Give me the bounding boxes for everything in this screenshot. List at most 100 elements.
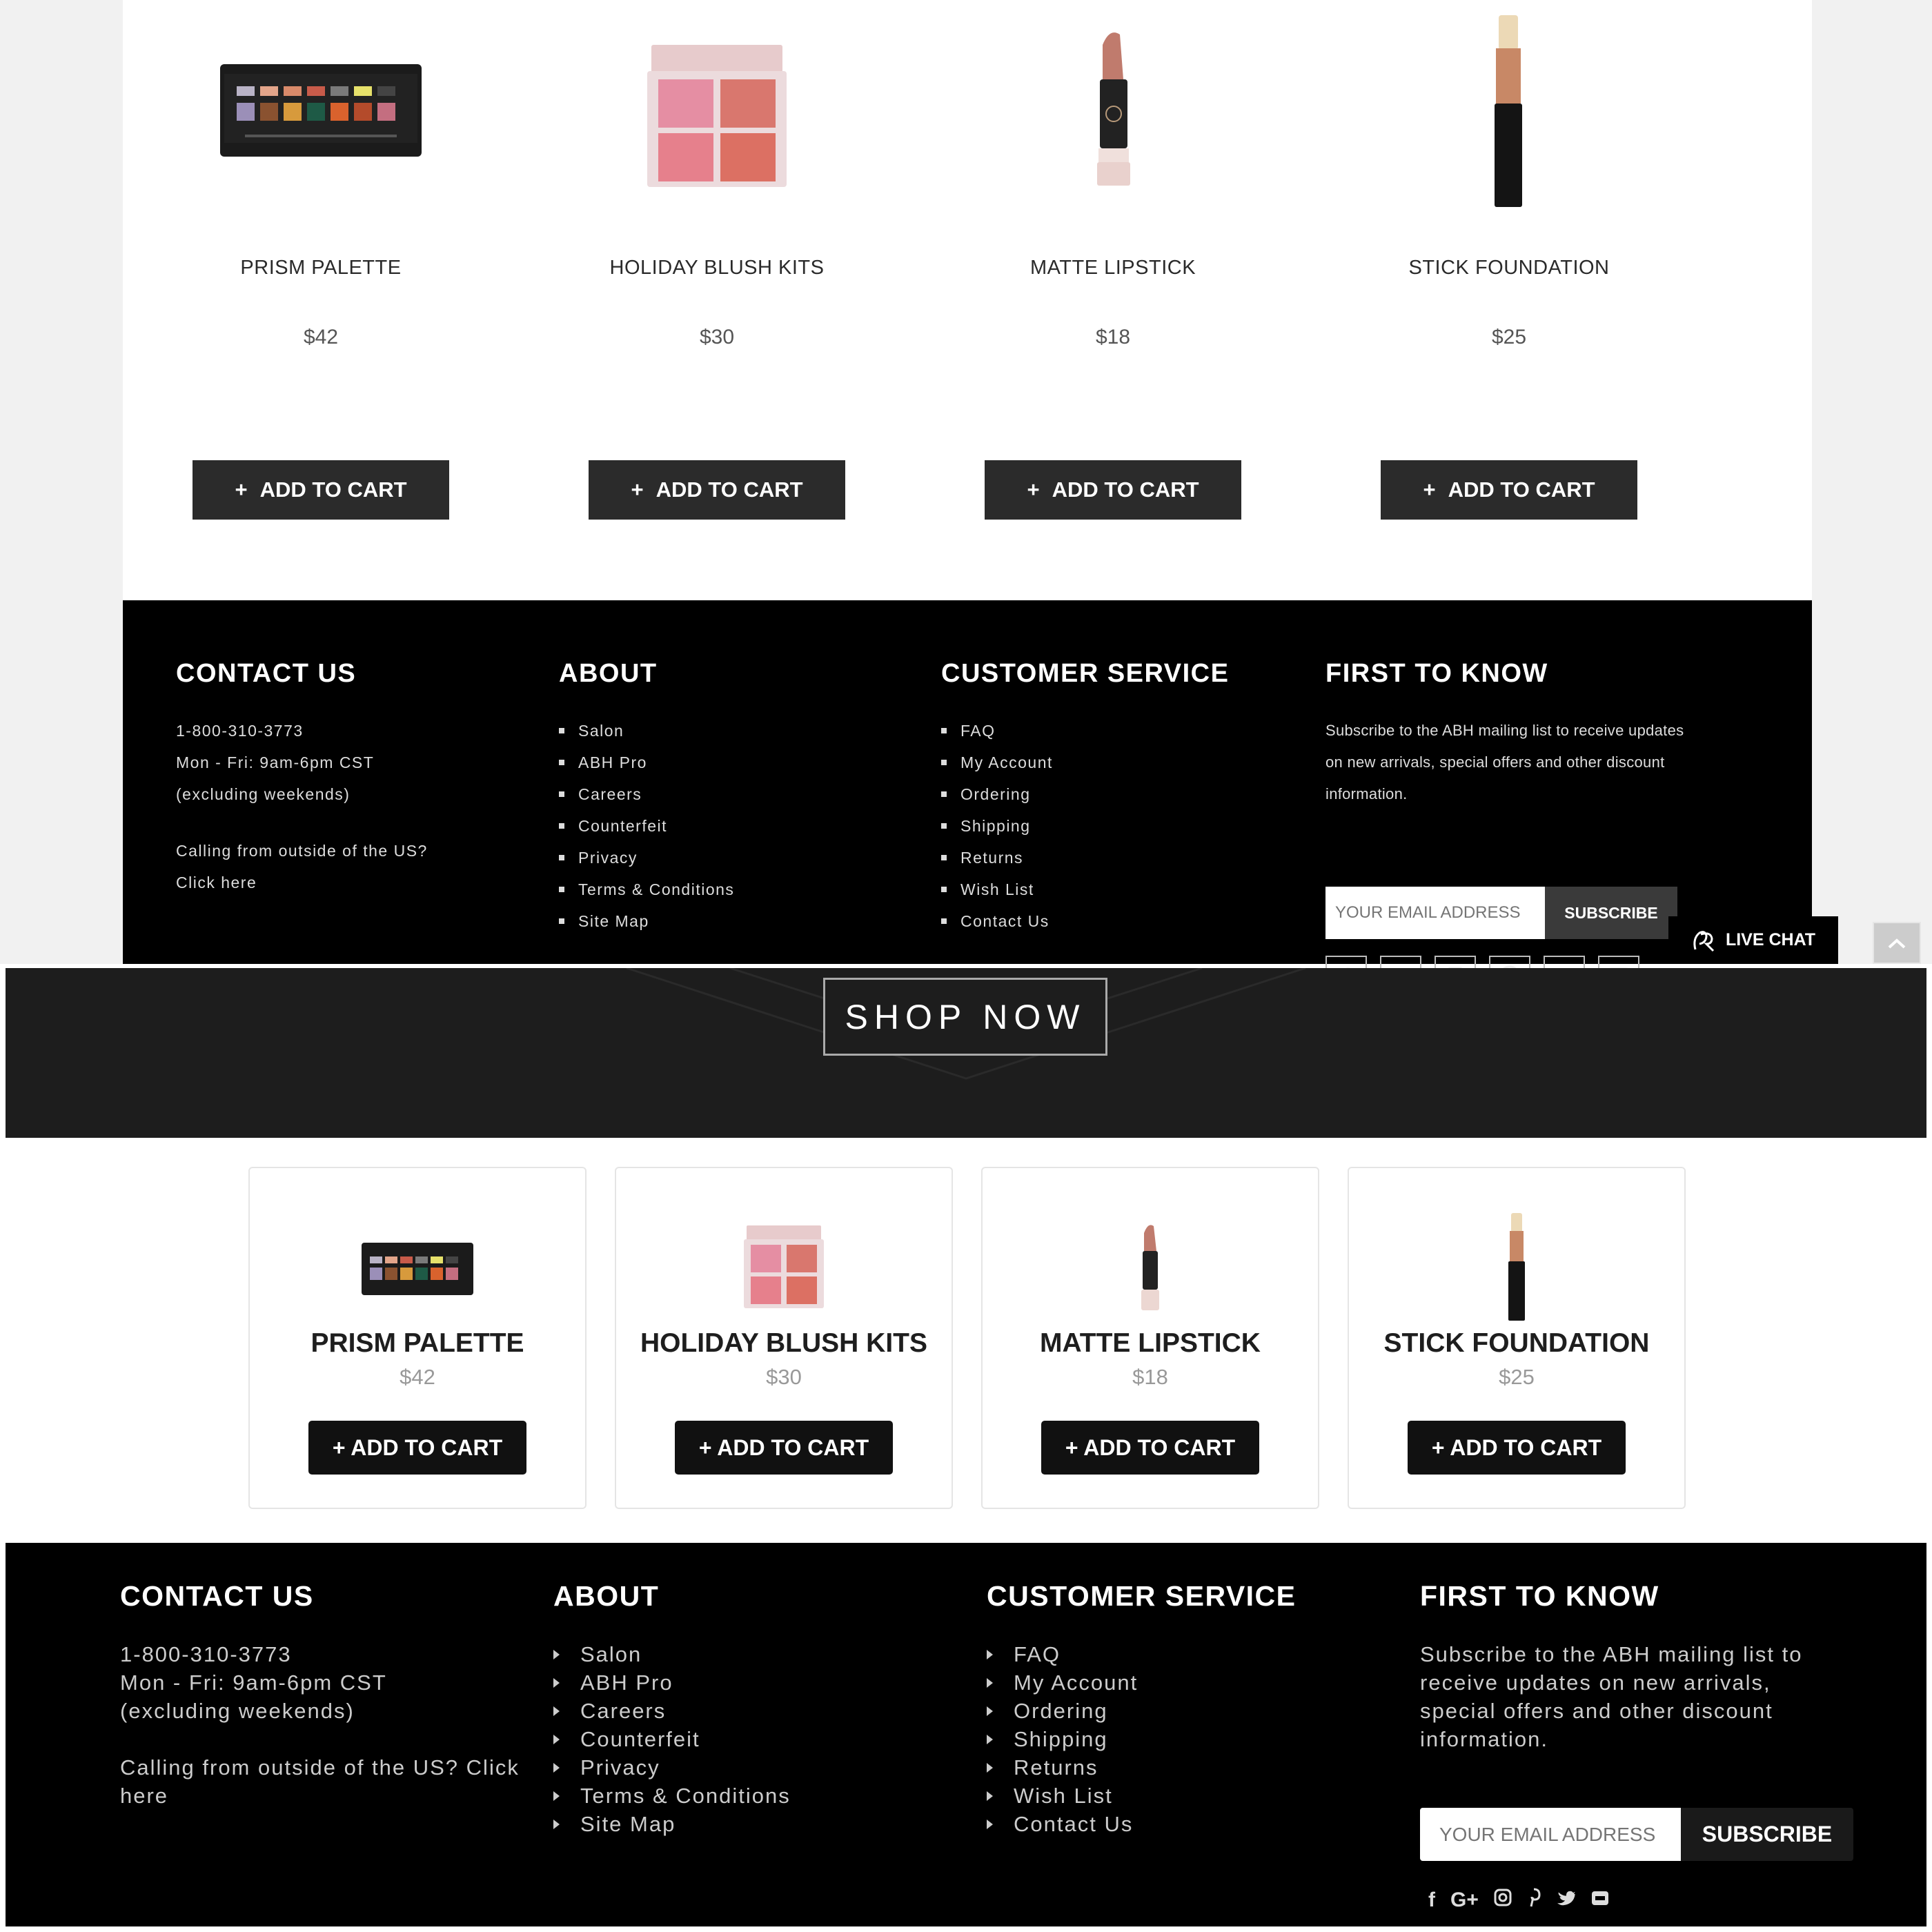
footer-customer-service: CUSTOMER SERVICE FAQ My Account Ordering… — [941, 659, 1229, 937]
product-image-holiday-blush-kits[interactable] — [613, 0, 820, 221]
footer-link[interactable]: Shipping — [941, 810, 1229, 842]
footer-link[interactable]: Wish List — [941, 874, 1229, 905]
footer-about: ABOUT Salon ABH Pro Careers Counterfeit … — [559, 659, 734, 937]
top-footer: CONTACT US 1-800-310-3773 Mon - Fri: 9am… — [123, 600, 1812, 997]
product-name[interactable]: HOLIDAY BLUSH KITS — [616, 1328, 952, 1359]
footer-link[interactable]: My Account — [941, 747, 1229, 778]
footer-link-label: ABH Pro — [578, 753, 647, 771]
footer-link[interactable]: Privacy — [553, 1753, 791, 1782]
footer-link[interactable]: Contact Us — [987, 1810, 1297, 1838]
twitter-icon[interactable] — [1556, 1889, 1575, 1912]
live-chat-button[interactable]: LIVE CHAT — [1668, 916, 1838, 964]
email-input[interactable] — [1325, 887, 1545, 939]
product-image-holiday-blush-kits[interactable] — [715, 1215, 853, 1319]
footer-link-label: Salon — [580, 1642, 642, 1666]
product-image-prism-palette[interactable] — [348, 1215, 486, 1319]
facebook-icon[interactable]: f — [1428, 1889, 1435, 1912]
product-name[interactable]: HOLIDAY BLUSH KITS — [519, 257, 915, 279]
footer-first-to-know: FIRST TO KNOW Subscribe to the ABH maili… — [1420, 1580, 1869, 1925]
scroll-to-top-button[interactable] — [1873, 922, 1921, 964]
product-name[interactable]: MATTE LIPSTICK — [983, 1328, 1318, 1359]
hours-note: (excluding weekends) — [120, 1699, 355, 1723]
footer-link[interactable]: FAQ — [941, 715, 1229, 747]
subscribe-button[interactable]: SUBSCRIBE — [1545, 887, 1677, 939]
add-to-cart-button[interactable]: + ADD TO CART — [1381, 460, 1637, 520]
footer-link[interactable]: Site Map — [559, 905, 734, 937]
add-to-cart-button[interactable]: + ADD TO CART — [193, 460, 449, 520]
add-to-cart-button[interactable]: + ADD TO CART — [1408, 1421, 1626, 1475]
google-plus-icon[interactable]: G+ — [1450, 1889, 1479, 1912]
click-here-link[interactable]: Click here — [176, 867, 428, 898]
phone-number[interactable]: 1-800-310-3773 — [120, 1640, 534, 1668]
outside-us-link[interactable]: Calling from outside of the US? Click he… — [120, 1753, 527, 1810]
product-price: $30 — [699, 326, 735, 348]
footer-link-label: Ordering — [960, 785, 1031, 803]
footer-link[interactable]: Wish List — [987, 1782, 1297, 1810]
caret-right-icon — [553, 1819, 560, 1829]
footer-link-label: Shipping — [960, 817, 1031, 835]
footer-link[interactable]: Careers — [553, 1697, 791, 1725]
footer-link-label: Careers — [578, 785, 642, 803]
footer-link[interactable]: Counterfeit — [559, 810, 734, 842]
footer-link[interactable]: My Account — [987, 1668, 1297, 1697]
product-name[interactable]: PRISM PALETTE — [250, 1328, 585, 1359]
product-name[interactable]: PRISM PALETTE — [123, 257, 519, 279]
add-to-cart-button[interactable]: + ADD TO CART — [985, 460, 1241, 520]
business-hours: Mon - Fri: 9am-6pm CST — [120, 1670, 387, 1695]
youtube-icon[interactable] — [1590, 1889, 1610, 1912]
add-to-cart-button[interactable]: + ADD TO CART — [1041, 1421, 1259, 1475]
footer-link[interactable]: Site Map — [553, 1810, 791, 1838]
product-image-matte-lipstick[interactable] — [1081, 1215, 1219, 1319]
footer-link[interactable]: Contact Us — [941, 905, 1229, 937]
product-name[interactable]: STICK FOUNDATION — [1311, 257, 1707, 279]
footer-link-label: Privacy — [578, 849, 638, 867]
footer-link[interactable]: ABH Pro — [553, 1668, 791, 1697]
footer-link[interactable]: Terms & Conditions — [553, 1782, 791, 1810]
subscribe-button[interactable]: SUBSCRIBE — [1681, 1808, 1853, 1861]
footer-link[interactable]: ABH Pro — [559, 747, 734, 778]
footer-link[interactable]: Returns — [941, 842, 1229, 874]
caret-right-icon — [987, 1734, 993, 1744]
bottom-screenshot: PRISM PALETTE $42 + ADD TO CART HOLIDAY … — [6, 1138, 1926, 1926]
product-image-matte-lipstick[interactable] — [1009, 0, 1216, 221]
add-to-cart-button[interactable]: + ADD TO CART — [589, 460, 845, 520]
pinterest-icon[interactable] — [1527, 1888, 1541, 1913]
caret-right-icon — [987, 1819, 993, 1829]
caret-right-icon — [553, 1762, 560, 1773]
product-image-stick-foundation[interactable] — [1406, 0, 1613, 221]
product-name[interactable]: STICK FOUNDATION — [1349, 1328, 1684, 1359]
plus-icon: + — [1027, 477, 1040, 502]
footer-link[interactable]: Returns — [987, 1753, 1297, 1782]
caret-right-icon — [553, 1791, 560, 1801]
phone-number[interactable]: 1-800-310-3773 — [176, 715, 428, 747]
newsletter-text: Subscribe to the ABH mailing list to rec… — [1420, 1642, 1803, 1751]
product-name[interactable]: MATTE LIPSTICK — [915, 257, 1311, 279]
plus-icon: + — [235, 477, 248, 502]
footer-link[interactable]: Salon — [559, 715, 734, 747]
footer-link[interactable]: Ordering — [987, 1697, 1297, 1725]
footer-link[interactable]: Salon — [553, 1640, 791, 1668]
bullet-icon — [941, 823, 947, 829]
footer-link[interactable]: Ordering — [941, 778, 1229, 810]
footer-link[interactable]: FAQ — [987, 1640, 1297, 1668]
newsletter-text-line: information. — [1325, 785, 1408, 802]
instagram-icon[interactable] — [1494, 1889, 1512, 1912]
hours-note: (excluding weekends) — [176, 785, 351, 803]
email-input[interactable] — [1420, 1808, 1681, 1861]
add-to-cart-button[interactable]: + ADD TO CART — [675, 1421, 893, 1475]
footer-link[interactable]: Privacy — [559, 842, 734, 874]
product-image-stick-foundation[interactable] — [1448, 1213, 1586, 1321]
bullet-icon — [941, 918, 947, 924]
top-product-grid: PRISM PALETTE $42 + ADD TO CART HOLIDAY B… — [123, 0, 1812, 600]
bullet-icon — [559, 728, 564, 733]
footer-link-label: Site Map — [580, 1812, 676, 1836]
shop-now-button[interactable]: SHOP NOW — [823, 978, 1107, 1056]
product-image-prism-palette[interactable] — [217, 0, 424, 221]
footer-link-label: Counterfeit — [578, 817, 668, 835]
newsletter-text-line: Subscribe to the ABH mailing list to rec… — [1325, 722, 1684, 739]
footer-link[interactable]: Careers — [559, 778, 734, 810]
footer-link[interactable]: Counterfeit — [553, 1725, 791, 1753]
footer-link[interactable]: Shipping — [987, 1725, 1297, 1753]
footer-link[interactable]: Terms & Conditions — [559, 874, 734, 905]
add-to-cart-button[interactable]: + ADD TO CART — [308, 1421, 526, 1475]
